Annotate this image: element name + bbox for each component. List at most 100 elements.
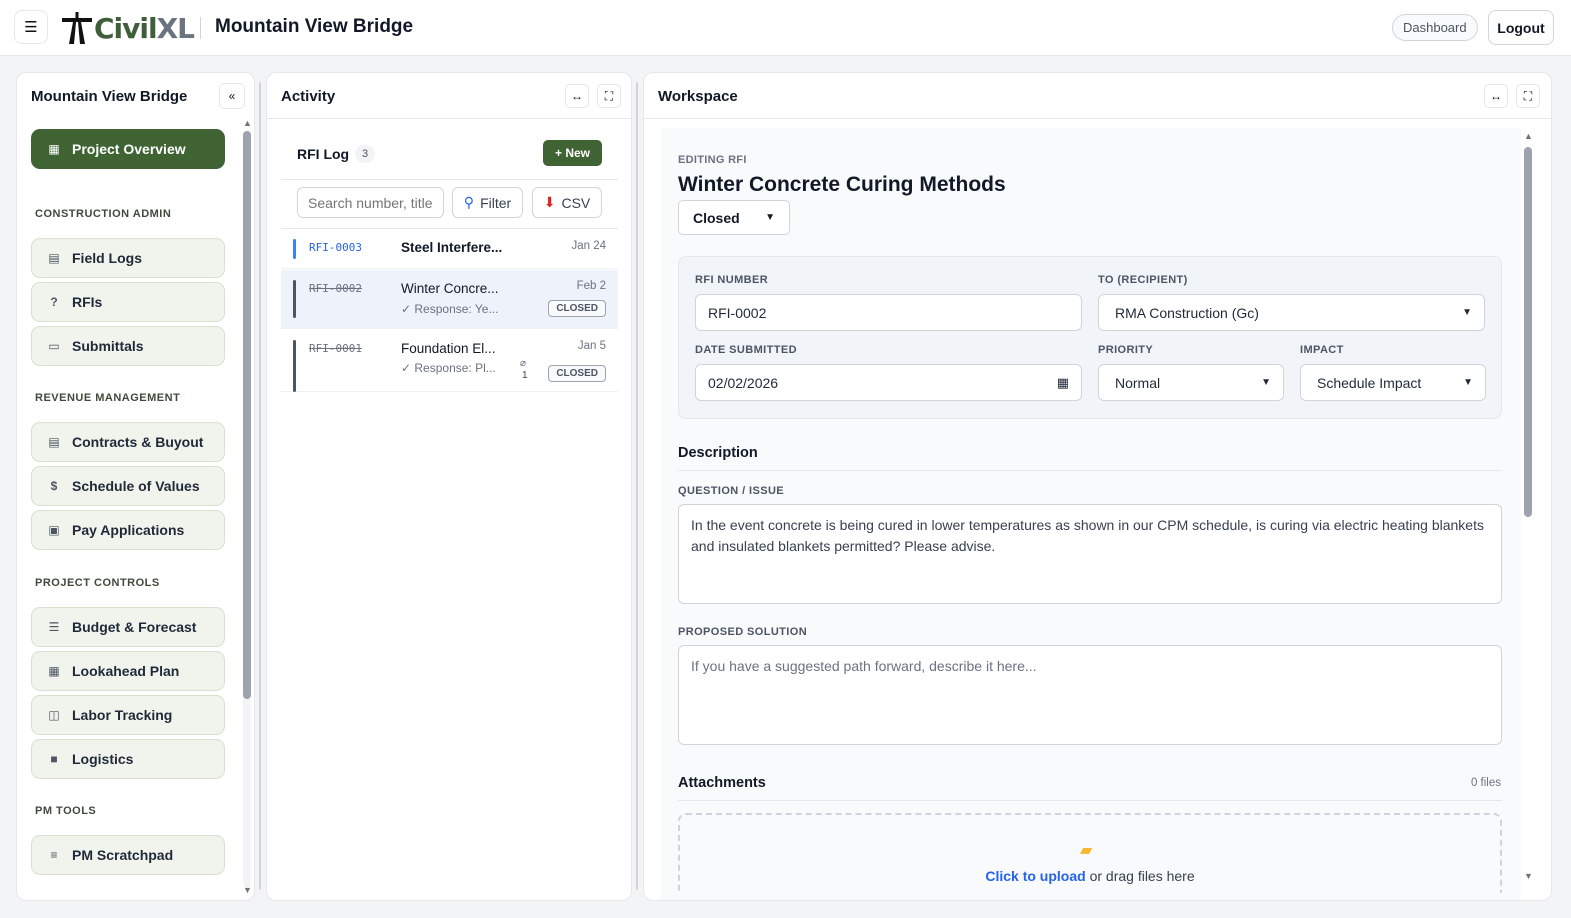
header-divider <box>200 17 201 39</box>
sidebar-item-label: Submittals <box>72 338 144 354</box>
expand-width-button[interactable]: ↔ <box>565 84 589 108</box>
sidebar-item-logistics[interactable]: ■ Logistics <box>31 739 225 779</box>
menu-icon: ☰ <box>24 19 38 36</box>
rfi-number-field[interactable]: RFI-0002 <box>695 294 1082 331</box>
attachments-heading: Attachments <box>678 775 766 791</box>
csv-export-button[interactable]: ⬇ CSV <box>532 187 602 218</box>
rfi-row[interactable]: RFI-0001 Foundation El... ✓ Response: Pl… <box>281 330 618 392</box>
horizontal-arrows-icon: ↔ <box>1490 89 1502 103</box>
calendar-icon: ▦ <box>48 664 60 678</box>
sidebar-item-field-logs[interactable]: ▤ Field Logs <box>31 238 225 278</box>
click-to-upload-link[interactable]: Click to upload <box>985 868 1085 884</box>
rfi-response-summary: ✓ Response: Ye... <box>401 302 499 316</box>
description-divider <box>678 470 1502 471</box>
sidebar-item-rfis[interactable]: ? RFIs <box>31 282 225 322</box>
rfi-number-value: RFI-0002 <box>708 304 767 321</box>
sidebar-panel: Mountain View Bridge « ▦ Project Overview… <box>16 72 255 901</box>
sidebar-item-schedule-of-values[interactable]: $ Schedule of Values <box>31 466 225 506</box>
filter-button[interactable]: ⚲ Filter <box>452 187 523 218</box>
new-rfi-button[interactable]: + New <box>543 140 602 166</box>
expand-width-button[interactable]: ↔ <box>1484 84 1508 108</box>
paperclip-icon: ⌀ <box>520 358 527 369</box>
sidebar-item-label: Project Overview <box>72 141 186 157</box>
scroll-down-arrow-icon[interactable]: ▼ <box>1524 871 1533 881</box>
question-label: QUESTION / ISSUE <box>678 485 785 497</box>
sidebar-item-label: Lookahead Plan <box>72 663 180 679</box>
dashboard-grid-icon: ▦ <box>48 142 60 156</box>
files-count: 0 files <box>1470 777 1501 789</box>
logo-wordmark: CivilXL <box>94 11 195 45</box>
header-project-title: Mountain View Bridge <box>215 16 414 37</box>
fullscreen-button[interactable]: ⛶ <box>597 84 621 108</box>
rfi-row[interactable]: RFI-0003 Steel Interfere... Jan 24 <box>281 229 618 269</box>
priority-value: Normal <box>1115 374 1161 391</box>
workspace-panel: Workspace ↔ ⛶ EDITING RFI Winter Concret… <box>643 72 1552 901</box>
description-heading: Description <box>678 445 758 461</box>
proposed-solution-textarea[interactable]: If you have a suggested path forward, de… <box>678 645 1502 745</box>
hamburger-menu-button[interactable]: ☰ <box>14 10 48 44</box>
sidebar-item-contracts[interactable]: ▤ Contracts & Buyout <box>31 422 225 462</box>
magnifier-icon: ⚲ <box>463 194 475 210</box>
workspace-scrollbar-thumb[interactable] <box>1524 147 1532 517</box>
filter-label: Filter <box>480 194 512 211</box>
sidebar-scrollbar-thumb[interactable] <box>243 131 251 699</box>
sidebar-item-labor-tracking[interactable]: ◫ Labor Tracking <box>31 695 225 735</box>
sidebar-item-lookahead-plan[interactable]: ▦ Lookahead Plan <box>31 651 225 691</box>
chevron-down-icon: ▼ <box>1261 377 1271 388</box>
rfi-editor-title: Winter Concrete Curing Methods <box>678 173 1006 196</box>
fullscreen-icon: ⛶ <box>1523 88 1533 103</box>
status-select[interactable]: Closed ▼ <box>678 200 790 235</box>
question-textarea[interactable]: In the event concrete is being cured in … <box>678 504 1502 604</box>
rfi-title: Steel Interfere... <box>401 240 503 255</box>
panel-resize-handle[interactable] <box>259 82 261 890</box>
horizontal-arrows-icon: ↔ <box>571 89 583 103</box>
collapse-sidebar-button[interactable]: « <box>219 83 245 109</box>
folder-icon: ▭ <box>48 339 60 353</box>
panel-resize-handle[interactable] <box>636 82 638 890</box>
priority-select[interactable]: Normal ▼ <box>1098 364 1284 401</box>
sidebar-item-label: Labor Tracking <box>72 707 173 723</box>
priority-label: PRIORITY <box>1098 344 1154 356</box>
sidebar-item-label: RFIs <box>72 294 103 310</box>
logout-button[interactable]: Logout <box>1488 10 1554 45</box>
status-badge: CLOSED <box>548 365 606 382</box>
row-status-bar <box>293 280 296 318</box>
sidebar-item-submittals[interactable]: ▭ Submittals <box>31 326 225 366</box>
section-label-project-controls: PROJECT CONTROLS <box>35 577 160 589</box>
rfi-number-label: RFI NUMBER <box>695 274 769 286</box>
date-submitted-field[interactable]: 02/02/2026 ▦ <box>695 364 1082 401</box>
section-label-revenue-management: REVENUE MANAGEMENT <box>35 392 181 404</box>
rfi-date: Jan 5 <box>577 340 606 352</box>
rfi-number[interactable]: RFI-0001 <box>309 342 362 355</box>
section-label-construction-admin: CONSTRUCTION ADMIN <box>35 208 172 220</box>
calendar-icon[interactable]: ▦ <box>1057 375 1069 391</box>
sidebar-item-pay-applications[interactable]: ▣ Pay Applications <box>31 510 225 550</box>
fullscreen-button[interactable]: ⛶ <box>1516 84 1540 108</box>
highway-logo-icon <box>62 12 92 44</box>
rfi-number[interactable]: RFI-0002 <box>309 282 362 295</box>
scroll-up-arrow-icon[interactable]: ▲ <box>243 118 252 128</box>
civilxl-logo[interactable]: CivilXL <box>62 10 195 46</box>
folder-icon: ▰ <box>1080 842 1093 859</box>
sidebar-item-label: Budget & Forecast <box>72 619 197 635</box>
scroll-down-arrow-icon[interactable]: ▼ <box>243 885 252 895</box>
columns-icon: ◫ <box>48 708 60 722</box>
double-chevron-left-icon: « <box>228 89 236 103</box>
rfi-number[interactable]: RFI-0003 <box>309 241 362 254</box>
rfi-search-input[interactable] <box>297 187 444 218</box>
list-icon: ☰ <box>48 620 60 634</box>
activity-title: Activity <box>281 88 336 105</box>
sidebar-item-pm-scratchpad[interactable]: ≡ PM Scratchpad <box>31 835 225 875</box>
question-circle-icon: ? <box>50 295 58 309</box>
recipient-select[interactable]: RMA Construction (Gc) ▼ <box>1098 294 1485 331</box>
sidebar-title: Mountain View Bridge <box>31 88 188 105</box>
workspace-header: Workspace ↔ ⛶ <box>644 73 1551 119</box>
status-value: Closed <box>693 209 740 226</box>
sidebar-item-budget-forecast[interactable]: ☰ Budget & Forecast <box>31 607 225 647</box>
rfi-row-selected[interactable]: RFI-0002 Winter Concre... ✓ Response: Ye… <box>281 270 618 329</box>
rfi-date: Jan 24 <box>571 240 606 252</box>
sidebar-item-project-overview[interactable]: ▦ Project Overview <box>31 129 225 169</box>
dashboard-button[interactable]: Dashboard <box>1392 14 1478 41</box>
impact-select[interactable]: Schedule Impact ▼ <box>1300 364 1486 401</box>
scroll-up-arrow-icon[interactable]: ▲ <box>1524 131 1533 141</box>
